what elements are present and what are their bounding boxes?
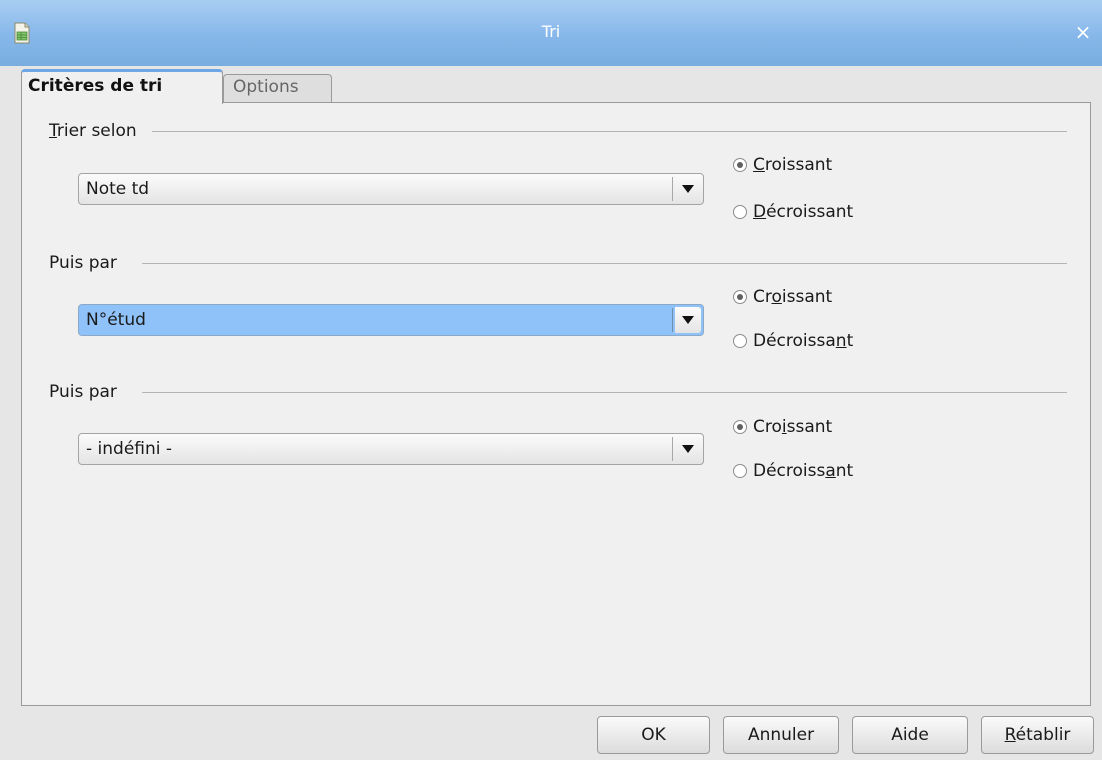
tab-sort-criteria[interactable]: Critères de tri bbox=[21, 69, 223, 104]
sort-key-2-descending-radio[interactable]: Décroissant bbox=[733, 329, 853, 353]
radio-unchecked-icon[interactable] bbox=[733, 205, 747, 219]
ok-button[interactable]: OK bbox=[597, 716, 710, 754]
sort-key-3-ascending-label: Croissant bbox=[753, 417, 833, 437]
sort-key-3-value: - indéfini - bbox=[86, 439, 173, 459]
chevron-down-icon[interactable] bbox=[675, 436, 701, 462]
chevron-down-icon[interactable] bbox=[675, 176, 701, 202]
title-bar[interactable]: Tri × bbox=[0, 0, 1102, 66]
section-divider bbox=[142, 392, 1067, 393]
sort-criteria-panel: Trier selon Note td Croissant Décroissan… bbox=[21, 102, 1091, 706]
sort-key-1-label: Trier selon bbox=[49, 121, 145, 141]
sort-key-2-ascending-label: Croissant bbox=[753, 287, 833, 307]
sort-key-3-descending-radio[interactable]: Décroissant bbox=[733, 459, 853, 483]
radio-checked-icon[interactable] bbox=[733, 158, 747, 172]
sort-key-3-select[interactable]: - indéfini - bbox=[78, 433, 704, 465]
sort-key-3-label: Puis par bbox=[49, 382, 125, 402]
radio-unchecked-icon[interactable] bbox=[733, 464, 747, 478]
sort-key-1-label-rest: rier selon bbox=[56, 121, 137, 141]
sort-key-2-descending-label: Décroissant bbox=[753, 331, 854, 351]
close-icon[interactable]: × bbox=[1072, 21, 1094, 43]
sort-key-3-descending-label: Décroissant bbox=[753, 461, 854, 481]
radio-checked-icon[interactable] bbox=[733, 290, 747, 304]
sort-key-1-descending-radio[interactable]: Décroissant bbox=[733, 200, 853, 224]
sort-key-2-value: N°étud bbox=[86, 310, 146, 330]
combo-separator bbox=[672, 308, 673, 332]
sort-key-2-label: Puis par bbox=[49, 253, 125, 273]
radio-checked-icon[interactable] bbox=[733, 420, 747, 434]
tab-sort-criteria-label: Critères de tri bbox=[28, 76, 163, 96]
sort-key-2-ascending-radio[interactable]: Croissant bbox=[733, 285, 832, 309]
chevron-down-icon[interactable] bbox=[675, 307, 701, 333]
sort-key-3-ascending-radio[interactable]: Croissant bbox=[733, 415, 832, 439]
sort-key-2-select[interactable]: N°étud bbox=[78, 304, 704, 336]
sort-key-1-ascending-radio[interactable]: Croissant bbox=[733, 153, 832, 177]
reset-button[interactable]: Rétablir bbox=[981, 716, 1094, 754]
window-title: Tri bbox=[541, 22, 561, 41]
combo-separator bbox=[672, 177, 673, 201]
tab-options-label: Options bbox=[233, 77, 299, 97]
section-divider bbox=[152, 131, 1067, 132]
sort-key-1-label-mnemonic: T bbox=[49, 121, 57, 141]
tab-options[interactable]: Options bbox=[223, 74, 332, 102]
sort-key-1-select[interactable]: Note td bbox=[78, 173, 704, 205]
sort-key-1-descending-label: Décroissant bbox=[753, 202, 854, 222]
sort-key-1-ascending-label: Croissant bbox=[753, 155, 833, 175]
cancel-button[interactable]: Annuler bbox=[723, 716, 839, 754]
sort-key-1-value: Note td bbox=[86, 179, 150, 199]
help-button[interactable]: Aide bbox=[852, 716, 968, 754]
combo-separator bbox=[672, 437, 673, 461]
radio-unchecked-icon[interactable] bbox=[733, 334, 747, 348]
section-divider bbox=[142, 263, 1067, 264]
